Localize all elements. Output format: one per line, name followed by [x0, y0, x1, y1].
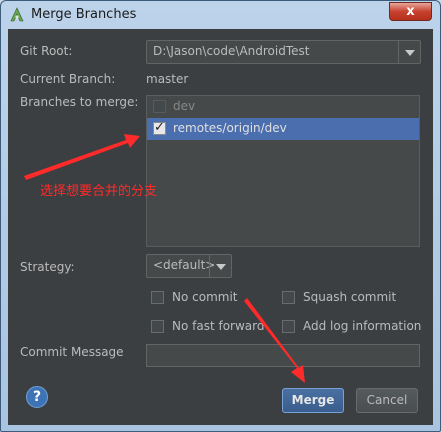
git-root-combo[interactable]: D:\Jason\code\AndroidTest: [146, 40, 421, 64]
help-button[interactable]: ?: [26, 386, 48, 408]
window-title: Merge Branches: [31, 7, 137, 22]
branch-name: dev: [173, 99, 196, 113]
android-studio-icon: [10, 7, 24, 22]
option-label: No commit: [172, 290, 238, 304]
branch-item-dev[interactable]: dev: [147, 96, 419, 118]
strategy-value: <default>: [153, 258, 216, 272]
commit-message-label: Commit Message: [20, 345, 124, 359]
add-log-information-checkbox[interactable]: [282, 320, 295, 333]
annotation-text: 选择想要合并的分支: [40, 184, 158, 199]
branch-list[interactable]: dev remotes/origin/dev: [146, 95, 420, 247]
branch-checkbox[interactable]: [153, 100, 166, 113]
chevron-down-icon[interactable]: [209, 255, 231, 277]
git-root-value: D:\Jason\code\AndroidTest: [153, 44, 310, 58]
squash-commit-checkbox[interactable]: [282, 291, 295, 304]
cancel-button[interactable]: Cancel: [356, 388, 418, 413]
git-root-label: Git Root:: [20, 44, 73, 58]
option-label: Add log information: [303, 319, 422, 333]
dialog-content: Git Root: D:\Jason\code\AndroidTest Curr…: [8, 29, 433, 425]
title-bar[interactable]: Merge Branches x: [1, 1, 440, 29]
merge-button[interactable]: Merge: [282, 388, 344, 413]
branch-checkbox[interactable]: [153, 120, 166, 135]
commit-message-field[interactable]: [146, 344, 420, 367]
branches-to-merge-label: Branches to merge:: [20, 95, 139, 109]
current-branch-label: Current Branch:: [20, 72, 116, 86]
current-branch-value: master: [146, 72, 189, 86]
close-icon: x: [406, 4, 415, 19]
strategy-label: Strategy:: [20, 260, 75, 274]
help-icon: ?: [32, 389, 42, 405]
no-commit-checkbox[interactable]: [151, 291, 164, 304]
merge-branches-window: Merge Branches x Git Root: D:\Jason\code…: [0, 0, 441, 432]
branch-name: remotes/origin/dev: [173, 121, 287, 135]
no-fast-forward-checkbox[interactable]: [151, 320, 164, 333]
option-label: No fast forward: [172, 319, 265, 333]
option-label: Squash commit: [303, 290, 397, 304]
close-button[interactable]: x: [389, 2, 432, 21]
branch-item-remotes-origin-dev[interactable]: remotes/origin/dev: [147, 118, 419, 140]
strategy-combo[interactable]: <default>: [146, 254, 232, 278]
chevron-down-icon[interactable]: [398, 41, 420, 63]
